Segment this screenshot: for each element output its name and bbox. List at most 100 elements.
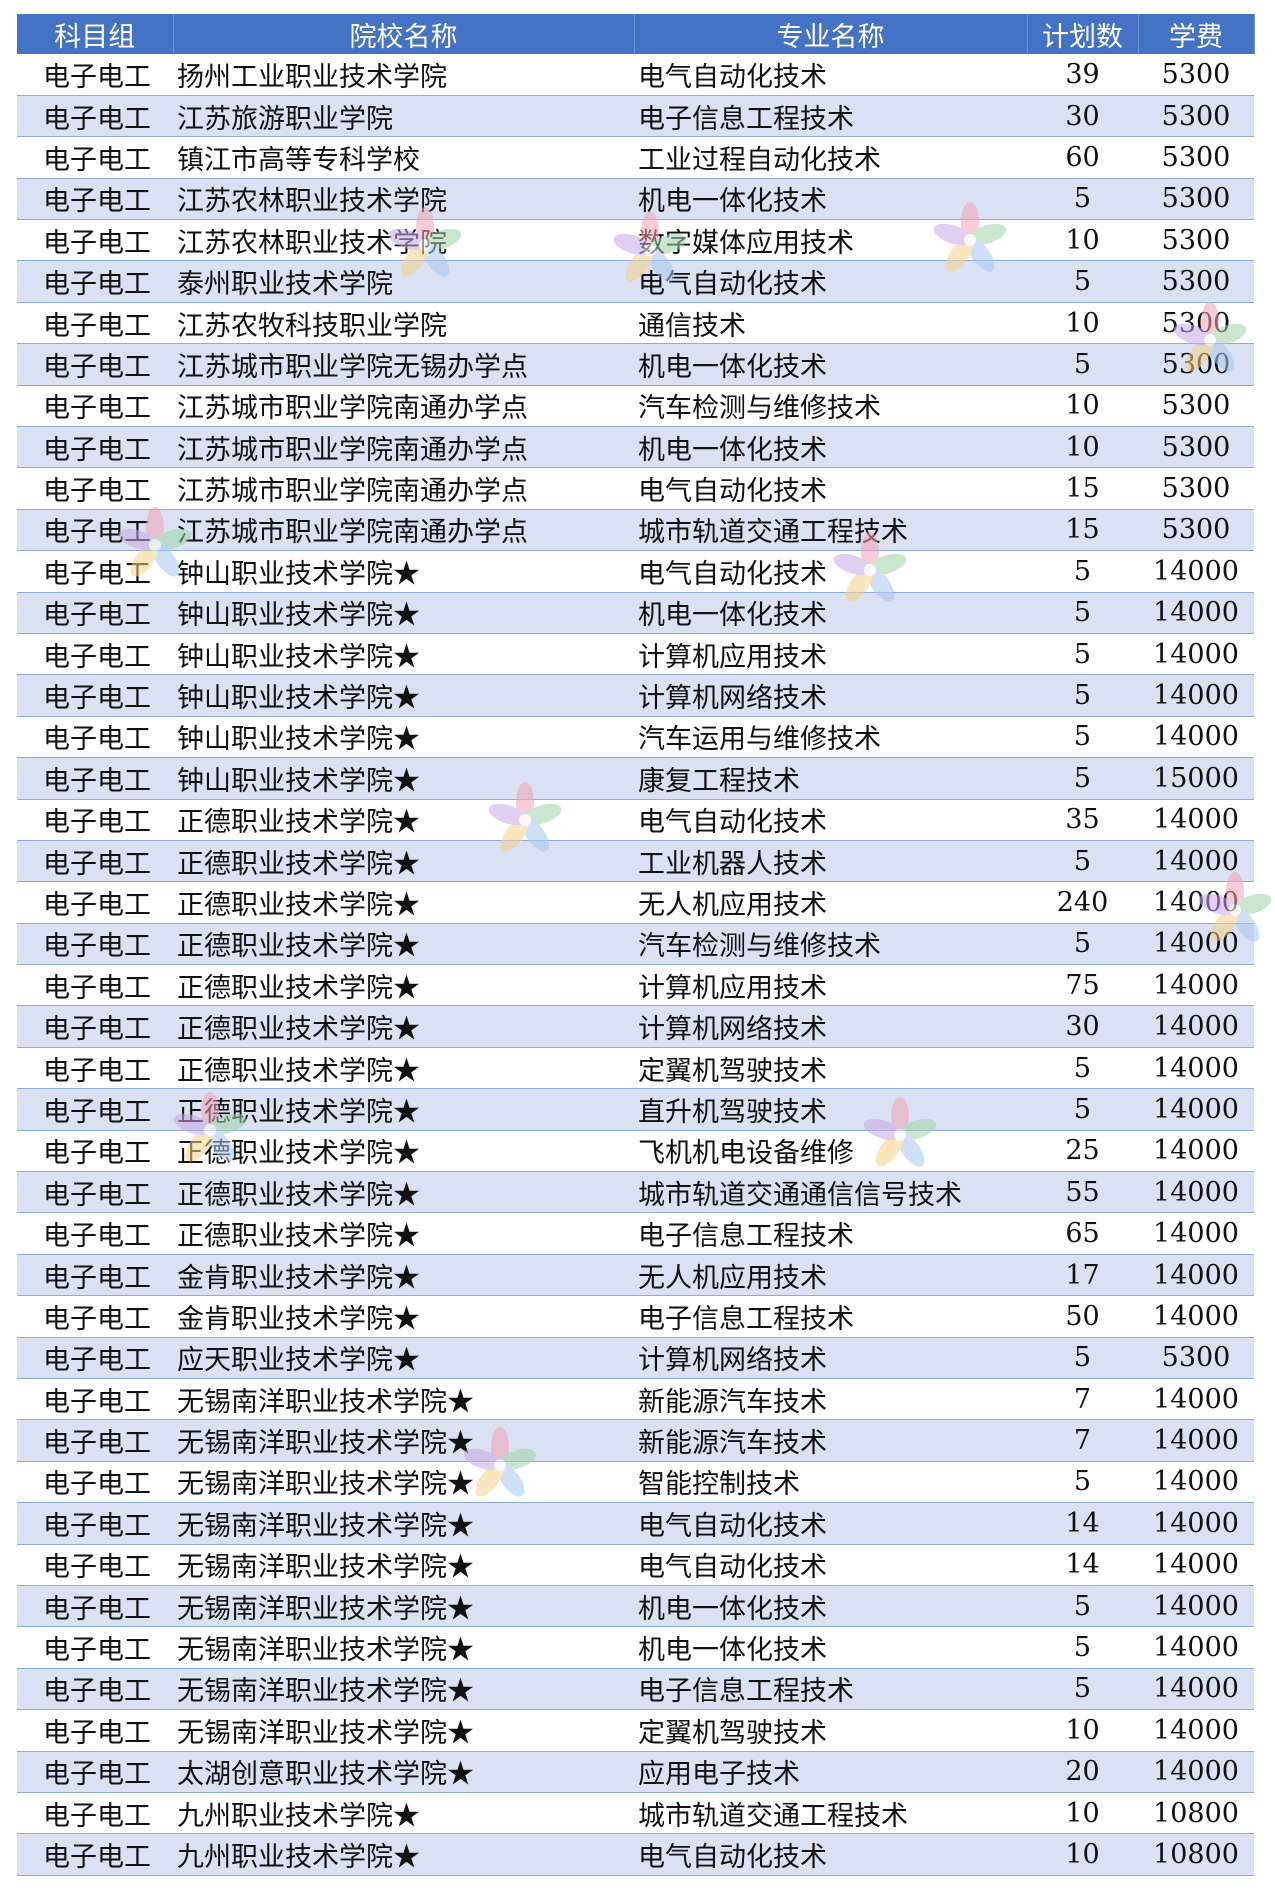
table-row: 电子电工 无锡南洋职业技术学院★ 电子信息工程技术 5 14000 <box>17 1668 1254 1710</box>
cell-plan-count: 10 <box>1065 224 1100 256</box>
cell-plan-count: 5 <box>1073 762 1092 794</box>
cell-school-name: 正德职业技术学院★ <box>177 848 420 880</box>
cell-tuition: 14000 <box>1153 969 1239 1001</box>
table-row: 电子电工 扬州工业职业技术学院 电气自动化技术 39 5300 <box>17 54 1254 96</box>
cell-major-name: 城市轨道交通工程技术 <box>638 1800 908 1832</box>
table-row: 电子电工 九州职业技术学院★ 电气自动化技术 10 10800 <box>17 1833 1254 1876</box>
table-header: 科目组 院校名称 专业名称 计划数 学费 <box>17 14 1255 54</box>
cell-plan-count: 5 <box>1073 638 1092 670</box>
cell-subject-group: 电子电工 <box>43 1800 151 1832</box>
cell-school-name: 镇江市高等专科学校 <box>177 144 420 176</box>
cell-school-name: 无锡南洋职业技术学院★ <box>177 1593 474 1625</box>
cell-subject-group: 电子电工 <box>43 434 151 466</box>
table-row: 电子电工 江苏城市职业学院南通办学点 汽车检测与维修技术 10 5300 <box>17 385 1254 427</box>
cell-school-name: 无锡南洋职业技术学院★ <box>177 1676 474 1708</box>
table-row: 电子电工 钟山职业技术学院★ 机电一体化技术 5 14000 <box>17 592 1254 634</box>
cell-tuition: 14000 <box>1153 1549 1239 1581</box>
cell-major-name: 电子信息工程技术 <box>638 103 854 135</box>
cell-school-name: 正德职业技术学院★ <box>177 807 420 839</box>
header-subject-group: 科目组 <box>17 14 174 54</box>
cell-school-name: 江苏城市职业学院南通办学点 <box>177 434 528 466</box>
cell-major-name: 城市轨道交通工程技术 <box>638 517 908 549</box>
cell-major-name: 机电一体化技术 <box>638 186 827 218</box>
cell-plan-count: 5 <box>1073 928 1092 960</box>
cell-plan-count: 5 <box>1073 1632 1092 1664</box>
cell-subject-group: 电子电工 <box>43 1303 151 1335</box>
cell-subject-group: 电子电工 <box>43 1841 151 1873</box>
cell-tuition: 5300 <box>1161 473 1231 505</box>
cell-tuition: 5300 <box>1161 58 1231 90</box>
cell-major-name: 计算机应用技术 <box>638 972 827 1004</box>
cell-tuition: 14000 <box>1153 1259 1239 1291</box>
table-row: 电子电工 正德职业技术学院★ 定翼机驾驶技术 5 14000 <box>17 1047 1254 1089</box>
cell-school-name: 无锡南洋职业技术学院★ <box>177 1428 474 1460</box>
cell-tuition: 14000 <box>1153 1673 1239 1705</box>
cell-plan-count: 10 <box>1065 1714 1100 1746</box>
cell-tuition: 14000 <box>1153 1507 1239 1539</box>
cell-school-name: 无锡南洋职业技术学院★ <box>177 1386 474 1418</box>
cell-school-name: 无锡南洋职业技术学院★ <box>177 1635 474 1667</box>
cell-plan-count: 7 <box>1073 1383 1092 1415</box>
cell-subject-group: 电子电工 <box>43 1386 151 1418</box>
cell-subject-group: 电子电工 <box>43 683 151 715</box>
cell-plan-count: 14 <box>1065 1507 1100 1539</box>
cell-plan-count: 20 <box>1065 1756 1100 1788</box>
cell-school-name: 钟山职业技术学院★ <box>177 600 420 632</box>
table-row: 电子电工 钟山职业技术学院★ 计算机网络技术 5 14000 <box>17 674 1254 717</box>
table-row: 电子电工 江苏城市职业学院南通办学点 城市轨道交通工程技术 15 5300 <box>17 509 1254 551</box>
cell-tuition: 14000 <box>1153 1590 1239 1622</box>
cell-plan-count: 39 <box>1065 58 1100 90</box>
cell-major-name: 机电一体化技术 <box>638 434 827 466</box>
cell-tuition: 14000 <box>1153 680 1239 712</box>
cell-tuition: 14000 <box>1153 1756 1239 1788</box>
cell-school-name: 江苏城市职业学院南通办学点 <box>177 393 528 425</box>
cell-school-name: 钟山职业技术学院★ <box>177 765 420 797</box>
cell-plan-count: 5 <box>1073 1673 1092 1705</box>
table-row: 电子电工 钟山职业技术学院★ 汽车运用与维修技术 5 14000 <box>17 716 1254 758</box>
cell-major-name: 机电一体化技术 <box>638 600 827 632</box>
cell-major-name: 工业过程自动化技术 <box>638 144 881 176</box>
table-row: 电子电工 泰州职业技术学院 电气自动化技术 5 5300 <box>17 260 1254 303</box>
cell-major-name: 应用电子技术 <box>638 1759 800 1791</box>
cell-plan-count: 5 <box>1073 1342 1092 1374</box>
cell-tuition: 5300 <box>1161 224 1231 256</box>
table-row: 电子电工 正德职业技术学院★ 飞机机电设备维修 25 14000 <box>17 1130 1254 1172</box>
cell-tuition: 5300 <box>1161 1342 1231 1374</box>
cell-tuition: 14000 <box>1153 1052 1239 1084</box>
cell-major-name: 计算机网络技术 <box>638 1345 827 1377</box>
cell-plan-count: 10 <box>1065 307 1100 339</box>
cell-tuition: 14000 <box>1153 845 1239 877</box>
cell-school-name: 江苏旅游职业学院 <box>177 103 393 135</box>
cell-tuition: 14000 <box>1153 1135 1239 1167</box>
cell-major-name: 机电一体化技术 <box>638 351 827 383</box>
table-row: 电子电工 金肯职业技术学院★ 电子信息工程技术 50 14000 <box>17 1295 1254 1338</box>
cell-school-name: 九州职业技术学院★ <box>177 1800 420 1832</box>
cell-tuition: 14000 <box>1153 1383 1239 1415</box>
table-row: 电子电工 江苏农林职业技术学院 机电一体化技术 5 5300 <box>17 178 1254 220</box>
table-row: 电子电工 正德职业技术学院★ 电气自动化技术 35 14000 <box>17 799 1254 841</box>
cell-subject-group: 电子电工 <box>43 807 151 839</box>
cell-tuition: 5300 <box>1161 183 1231 215</box>
cell-major-name: 无人机应用技术 <box>638 1262 827 1294</box>
cell-tuition: 5300 <box>1161 431 1231 463</box>
cell-major-name: 康复工程技术 <box>638 765 800 797</box>
table-row: 电子电工 钟山职业技术学院★ 电气自动化技术 5 14000 <box>17 550 1254 593</box>
cell-major-name: 电气自动化技术 <box>638 558 827 590</box>
cell-school-name: 金肯职业技术学院★ <box>177 1262 420 1294</box>
table-row: 电子电工 正德职业技术学院★ 直升机驾驶技术 5 14000 <box>17 1088 1254 1131</box>
cell-subject-group: 电子电工 <box>43 1510 151 1542</box>
table-row: 电子电工 江苏城市职业学院无锡办学点 机电一体化技术 5 5300 <box>17 343 1254 386</box>
cell-major-name: 智能控制技术 <box>638 1469 800 1501</box>
cell-major-name: 数字媒体应用技术 <box>638 227 854 259</box>
table-row: 电子电工 无锡南洋职业技术学院★ 电气自动化技术 14 14000 <box>17 1544 1254 1586</box>
cell-plan-count: 17 <box>1065 1259 1100 1291</box>
cell-subject-group: 电子电工 <box>43 1345 151 1377</box>
cell-subject-group: 电子电工 <box>43 558 151 590</box>
cell-subject-group: 电子电工 <box>43 517 151 549</box>
cell-subject-group: 电子电工 <box>43 765 151 797</box>
cell-subject-group: 电子电工 <box>43 1552 151 1584</box>
cell-plan-count: 5 <box>1073 597 1092 629</box>
cell-subject-group: 电子电工 <box>43 227 151 259</box>
cell-subject-group: 电子电工 <box>43 1262 151 1294</box>
cell-major-name: 新能源汽车技术 <box>638 1386 827 1418</box>
